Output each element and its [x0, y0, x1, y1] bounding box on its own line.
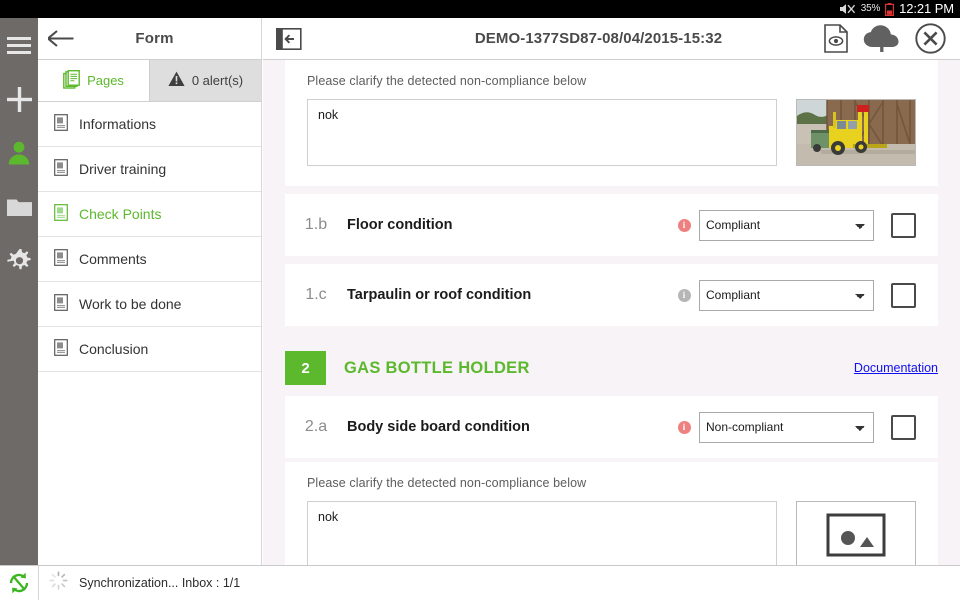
page-icon	[54, 159, 68, 179]
question-label: Body side board condition	[347, 419, 669, 435]
clarify-card-2: Please clarify the detected non-complian…	[285, 462, 938, 565]
header-toolbar	[824, 23, 960, 54]
tab-pages[interactable]: Pages	[38, 60, 149, 101]
question-number: 1.b	[285, 216, 347, 234]
non-compliance-textarea-2[interactable]	[307, 501, 777, 565]
sidebar-item-informations[interactable]: Informations	[38, 102, 261, 147]
app-screen: 35% 12:21 PM	[0, 0, 960, 600]
clarify-label: Please clarify the detected non-complian…	[307, 476, 916, 490]
question-checkbox-2a[interactable]	[891, 415, 916, 440]
section-header-2: 2 GAS BOTTLE HOLDER Documentation	[263, 340, 960, 396]
tab-alerts-label: 0 alert(s)	[192, 73, 243, 88]
page-icon	[54, 339, 68, 359]
loading-spinner-icon	[49, 571, 68, 595]
status-footer: Synchronization... Inbox : 1/1	[0, 565, 960, 600]
person-icon[interactable]	[0, 136, 38, 170]
vibrate-mute-icon	[839, 3, 856, 15]
compliance-select-1b[interactable]: Compliant	[699, 210, 874, 241]
compliance-select-2a[interactable]: Non-compliant	[699, 412, 874, 443]
question-row-1b: 1.b Floor condition i Compliant	[285, 194, 938, 256]
android-status-bar: 35% 12:21 PM	[0, 0, 960, 18]
sidebar-item-label: Driver training	[79, 161, 166, 177]
section-gap	[263, 326, 960, 340]
close-circle-icon[interactable]	[915, 23, 946, 54]
attachment-thumbnail-placeholder[interactable]	[796, 501, 916, 565]
sync-status-area: Synchronization... Inbox : 1/1	[38, 566, 960, 600]
clarify-card-1: Please clarify the detected non-complian…	[285, 60, 938, 186]
question-label: Floor condition	[347, 217, 669, 233]
question-row-1c: 1.c Tarpaulin or roof condition i Compli…	[285, 264, 938, 326]
cloud-upload-icon[interactable]	[863, 24, 901, 53]
question-label: Tarpaulin or roof condition	[347, 287, 669, 303]
battery-low-icon	[885, 3, 894, 16]
sidebar-item-driver-training[interactable]: Driver training	[38, 147, 261, 192]
preview-document-icon[interactable]	[824, 24, 849, 53]
page-icon	[54, 204, 68, 224]
warning-triangle-icon	[168, 71, 185, 90]
collapse-panel-left-icon[interactable]	[263, 28, 315, 50]
sidebar-item-check-points[interactable]: Check Points	[38, 192, 261, 237]
form-header: Form	[38, 18, 262, 60]
page-title: Form	[84, 30, 261, 47]
plus-icon[interactable]	[0, 82, 38, 116]
sidebar-item-work-to-be-done[interactable]: Work to be done	[38, 282, 261, 327]
info-icon-2a[interactable]: i	[669, 421, 699, 434]
page-icon	[54, 294, 68, 314]
question-checkbox-1c[interactable]	[891, 283, 916, 308]
sidebar-tabs: Pages 0 alert(s)	[38, 60, 261, 102]
left-icon-rail	[0, 18, 38, 600]
sidebar-item-conclusion[interactable]: Conclusion	[38, 327, 261, 372]
status-bar-clock: 12:21 PM	[899, 0, 954, 18]
info-icon-1c[interactable]: i	[669, 289, 699, 302]
page-icon	[54, 249, 68, 269]
section-gap	[263, 256, 960, 264]
page-icon	[54, 114, 68, 134]
form-content-scroll[interactable]: Please clarify the detected non-complian…	[263, 60, 960, 565]
section-gap	[263, 186, 960, 194]
pages-icon	[63, 70, 80, 92]
sidebar-item-label: Work to be done	[79, 296, 181, 312]
question-checkbox-1b[interactable]	[891, 213, 916, 238]
sidebar-item-label: Conclusion	[79, 341, 148, 357]
compliance-select-1c[interactable]: Compliant	[699, 280, 874, 311]
question-row-2a: 2.a Body side board condition i Non-comp…	[285, 396, 938, 458]
clarify-label: Please clarify the detected non-complian…	[307, 74, 916, 88]
question-number: 2.a	[285, 418, 347, 436]
non-compliance-textarea-1[interactable]	[307, 99, 777, 166]
section-title: GAS BOTTLE HOLDER	[344, 359, 854, 378]
sidebar-item-label: Check Points	[79, 206, 161, 222]
sync-refresh-icon[interactable]	[0, 571, 38, 595]
tab-alerts[interactable]: 0 alert(s)	[149, 60, 261, 101]
document-title: DEMO-1377SD87-08/04/2015-15:32	[315, 30, 824, 47]
hamburger-menu-icon[interactable]	[0, 28, 38, 62]
sidebar-item-label: Comments	[79, 251, 147, 267]
folder-icon[interactable]	[0, 190, 38, 224]
document-header: DEMO-1377SD87-08/04/2015-15:32	[263, 18, 960, 60]
documentation-link[interactable]: Documentation	[854, 361, 938, 375]
sidebar-item-label: Informations	[79, 116, 156, 132]
sidebar-item-comments[interactable]: Comments	[38, 237, 261, 282]
attachment-thumbnail-forklift[interactable]	[796, 99, 916, 166]
tab-pages-label: Pages	[87, 73, 124, 88]
section-number-badge: 2	[285, 351, 326, 385]
arrow-left-icon[interactable]	[38, 30, 84, 47]
battery-percent-label: 35%	[861, 0, 880, 18]
gear-icon[interactable]	[0, 244, 38, 278]
info-icon-1b[interactable]: i	[669, 219, 699, 232]
question-number: 1.c	[285, 286, 347, 304]
sidebar: Pages 0 alert(s)	[38, 60, 262, 565]
sync-status-text: Synchronization... Inbox : 1/1	[79, 576, 240, 590]
